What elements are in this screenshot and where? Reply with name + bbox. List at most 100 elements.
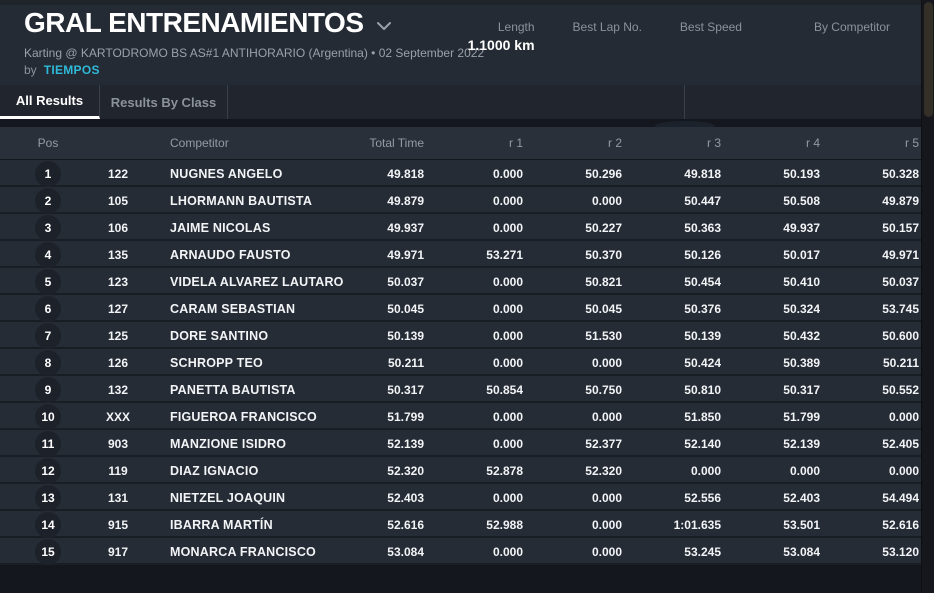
tab-results-by-class[interactable]: Results By Class [100, 85, 228, 119]
kart-number: 125 [107, 328, 129, 343]
column-header-r3: r 3 [706, 136, 721, 150]
position-badge: 2 [35, 188, 61, 214]
round-3-time: 50.454 [684, 274, 721, 289]
round-2-time: 0.000 [591, 355, 622, 370]
position-badge: 7 [35, 323, 61, 349]
position-badge: 6 [35, 296, 61, 322]
tab-bar-spacer [228, 85, 685, 119]
round-1-time: 0.000 [492, 166, 523, 181]
competitor-name: SCHROPP TEO [170, 355, 263, 370]
event-subtitle: Karting @ KARTODROMO BS AS#1 ANTIHORARIO… [24, 46, 485, 60]
kart-number: 915 [107, 517, 129, 532]
round-3-time: 50.376 [684, 301, 721, 316]
column-header-r4: r 4 [805, 136, 820, 150]
round-1-time: 0.000 [492, 193, 523, 208]
round-3-time: 51.850 [684, 409, 721, 424]
event-header: GRAL ENTRENAMIENTOS Karting @ KARTODROMO… [0, 0, 921, 85]
tab-all-results[interactable]: All Results [0, 85, 100, 119]
round-5-time: 50.328 [882, 166, 919, 181]
round-2-time: 0.000 [591, 193, 622, 208]
table-row[interactable]: 8 126 SCHROPP TEO 50.211 0.000 0.000 50.424 50.… [0, 349, 921, 376]
column-header-r1: r 1 [508, 136, 523, 150]
round-2-time: 50.370 [585, 247, 622, 262]
round-4-time: 50.508 [783, 193, 820, 208]
kart-number: 917 [107, 544, 129, 559]
round-2-time: 50.821 [585, 274, 622, 289]
round-2-time: 50.296 [585, 166, 622, 181]
round-5-time: 53.120 [882, 544, 919, 559]
competitor-name: VIDELA ALVAREZ LAUTARO [170, 274, 344, 289]
round-2-time: 0.000 [591, 544, 622, 559]
results-table-header: Pos Competitor Total Time r 1 r 2 r 3 r … [0, 127, 921, 160]
total-time: 51.799 [387, 409, 424, 424]
table-row[interactable]: 12 119 DIAZ IGNACIO 52.320 52.878 52.320 0.000… [0, 457, 921, 484]
round-3-time: 50.424 [684, 355, 721, 370]
chevron-down-icon[interactable] [376, 21, 392, 31]
table-row[interactable]: 9 132 PANETTA BAUTISTA 50.317 50.854 50.750 50… [0, 376, 921, 403]
table-row[interactable]: 10 XXX FIGUEROA FRANCISCO 51.799 0.000 0.000 5… [0, 403, 921, 430]
column-header-r2: r 2 [607, 136, 622, 150]
round-4-time: 50.317 [783, 382, 820, 397]
round-1-time: 52.878 [486, 463, 523, 478]
round-2-time: 0.000 [591, 409, 622, 424]
table-row[interactable]: 14 915 IBARRA MARTÍN 52.616 52.988 0.000 1:01.… [0, 511, 921, 538]
total-time: 50.317 [387, 382, 424, 397]
round-5-time: 49.971 [882, 247, 919, 262]
competitor-name: DIAZ IGNACIO [170, 463, 259, 478]
organizer-link[interactable]: TIEMPOS [44, 63, 100, 77]
scrollbar-thumb[interactable] [924, 2, 933, 117]
round-3-time: 1:01.635 [673, 517, 721, 532]
position-badge: 3 [35, 215, 61, 241]
round-3-time: 53.245 [684, 544, 721, 559]
table-row[interactable]: 6 127 CARAM SEBASTIAN 50.045 0.000 50.045 50.3… [0, 295, 921, 322]
column-header-competitor: Competitor [170, 136, 229, 150]
position-badge: 9 [35, 377, 61, 403]
round-5-time: 0.000 [888, 409, 919, 424]
table-row[interactable]: 2 105 LHORMANN BAUTISTA 49.879 0.000 0.000 50.… [0, 187, 921, 214]
round-5-time: 50.157 [882, 220, 919, 235]
stat-length-label: Length [497, 20, 535, 34]
round-1-time: 0.000 [492, 409, 523, 424]
kart-number: 122 [107, 166, 129, 181]
table-row[interactable]: 15 917 MONARCA FRANCISCO 53.084 0.000 0.000 53… [0, 538, 921, 565]
stat-by-competitor-label: By Competitor [813, 20, 890, 34]
table-row[interactable]: 1 122 NUGNES ANGELO 49.818 0.000 50.296 49.818… [0, 160, 921, 187]
total-time: 50.045 [387, 301, 424, 316]
round-2-time: 52.320 [585, 463, 622, 478]
round-4-time: 50.432 [783, 328, 820, 343]
round-5-time: 52.616 [882, 517, 919, 532]
stat-best-lap-no: Best Lap No. [573, 20, 642, 53]
total-time: 49.879 [387, 193, 424, 208]
total-time: 52.139 [387, 436, 424, 451]
round-1-time: 53.271 [486, 247, 523, 262]
position-badge: 11 [35, 431, 61, 457]
round-4-time: 50.193 [783, 166, 820, 181]
round-5-time: 52.405 [882, 436, 919, 451]
column-header-total-time: Total Time [369, 136, 424, 150]
total-time: 50.037 [387, 274, 424, 289]
table-row[interactable]: 7 125 DORE SANTINO 50.139 0.000 51.530 50.139 5… [0, 322, 921, 349]
round-2-time: 51.530 [585, 328, 622, 343]
scrollbar-track[interactable] [921, 0, 934, 593]
round-1-time: 0.000 [492, 436, 523, 451]
kart-number: 135 [107, 247, 129, 262]
round-1-time: 0.000 [492, 220, 523, 235]
table-row[interactable]: 11 903 MANZIONE ISIDRO 52.139 0.000 52.377 52.… [0, 430, 921, 457]
round-4-time: 51.799 [783, 409, 820, 424]
table-row[interactable]: 5 123 VIDELA ALVAREZ LAUTARO 50.037 0.000 50.… [0, 268, 921, 295]
table-row[interactable]: 13 131 NIETZEL JOAQUIN 52.403 0.000 0.000 52.5… [0, 484, 921, 511]
round-5-time: 49.879 [882, 193, 919, 208]
header-top-edge [0, 0, 921, 5]
table-row[interactable]: 3 106 JAIME NICOLAS 49.937 0.000 50.227 50.363… [0, 214, 921, 241]
round-5-time: 0.000 [888, 463, 919, 478]
position-badge: 4 [35, 242, 61, 268]
stat-best-lap-no-value [573, 37, 642, 53]
kart-number: 106 [107, 220, 129, 235]
round-3-time: 50.447 [684, 193, 721, 208]
round-2-time: 50.227 [585, 220, 622, 235]
table-row[interactable]: 4 135 ARNAUDO FAUSTO 49.971 53.271 50.370 50.1… [0, 241, 921, 268]
position-badge: 10 [35, 404, 61, 430]
round-3-time: 49.818 [684, 166, 721, 181]
round-1-time: 52.988 [486, 517, 523, 532]
stat-best-speed-value [680, 37, 742, 53]
